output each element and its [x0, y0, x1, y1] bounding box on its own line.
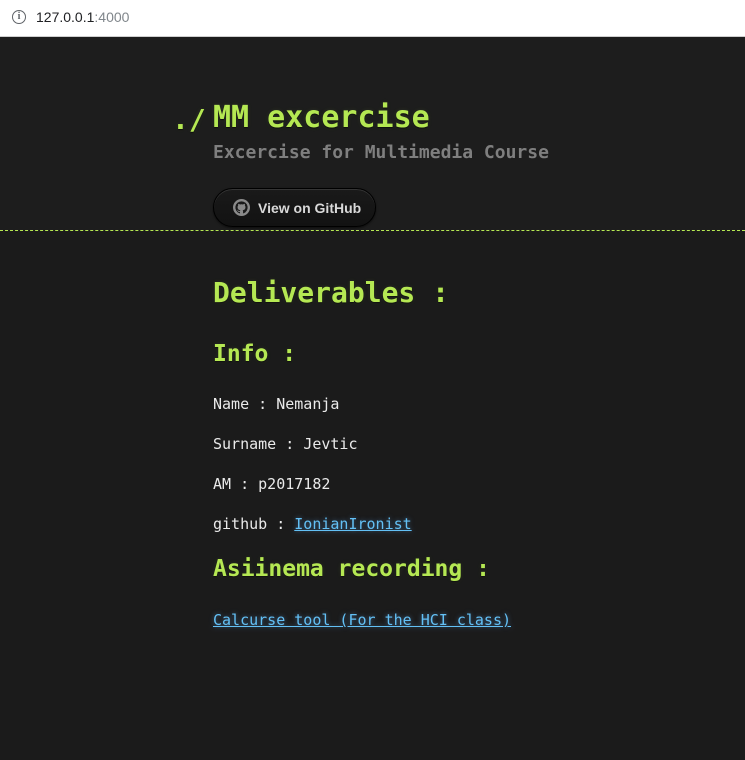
recording-paragraph: Calcurse tool (For the HCI class) [213, 610, 511, 630]
info-am-key: AM : [213, 475, 259, 493]
info-heading: Info : [213, 341, 297, 367]
info-github-key: github : [213, 515, 295, 533]
info-github: github : IonianIronist [213, 514, 412, 534]
github-icon [233, 199, 250, 216]
info-name-value: Nemanja [276, 395, 340, 413]
info-am: AM : p2017182 [213, 474, 330, 494]
url-host: 127.0.0.1 [36, 9, 95, 25]
browser-address-bar[interactable]: i 127.0.0.1:4000 [0, 0, 745, 37]
info-name: Name : Nemanja [213, 394, 339, 414]
url-port: :4000 [94, 9, 130, 25]
calcurse-recording-link[interactable]: Calcurse tool (For the HCI class) [213, 611, 511, 629]
site-header: ./ MM excercise Excercise for Multimedia… [0, 37, 745, 231]
site-subtitle: Excercise for Multimedia Course [213, 142, 549, 163]
info-name-key: Name : [213, 395, 277, 413]
deliverables-heading: Deliverables : [213, 276, 450, 309]
view-on-github-button[interactable]: View on GitHub [213, 188, 376, 227]
site-info-icon[interactable]: i [12, 10, 26, 24]
info-surname-value: Jevtic [303, 435, 358, 453]
info-am-value: p2017182 [258, 475, 331, 493]
recording-heading: Asiinema recording : [213, 556, 490, 582]
address-url[interactable]: 127.0.0.1:4000 [36, 9, 129, 25]
view-on-github-label: View on GitHub [258, 200, 362, 216]
info-surname: Surname : Jevtic [213, 434, 358, 454]
site-title: MM excercise [213, 100, 430, 135]
info-surname-key: Surname : [213, 435, 304, 453]
github-profile-link[interactable]: IonianIronist [294, 515, 411, 533]
prompt-prefix: ./ [172, 103, 206, 136]
